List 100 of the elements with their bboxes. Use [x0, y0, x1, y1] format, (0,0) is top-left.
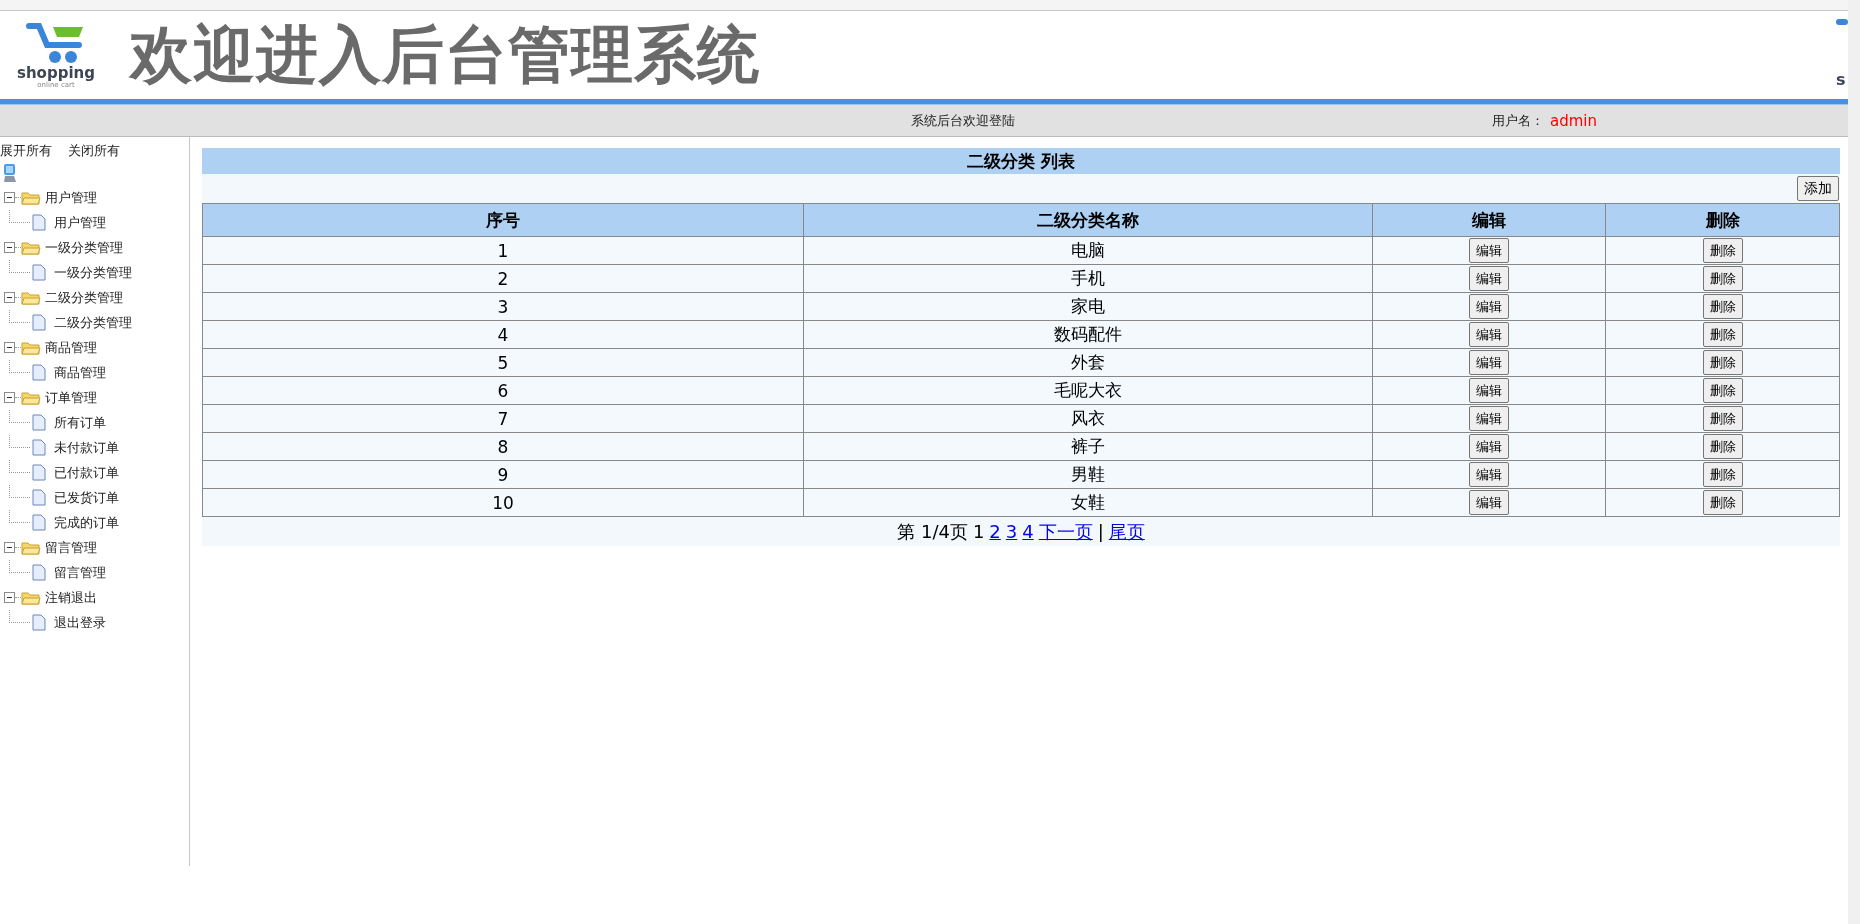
tree-item[interactable]: 完成的订单	[54, 513, 119, 532]
page-link[interactable]: 3	[1005, 521, 1018, 542]
list-title: 二级分类 列表	[202, 148, 1840, 174]
delete-button[interactable]: 删除	[1702, 378, 1743, 403]
edit-button[interactable]: 编辑	[1469, 238, 1509, 263]
tree-action-link[interactable]: 展开所有	[0, 142, 52, 160]
edit-button[interactable]: 编辑	[1469, 322, 1509, 347]
page-info: |	[1097, 521, 1104, 542]
delete-button[interactable]: 删除	[1702, 462, 1743, 487]
page-link[interactable]: 4	[1022, 521, 1034, 542]
column-header: 序号	[202, 203, 804, 237]
tree-item[interactable]: 一级分类管理	[54, 263, 132, 282]
page-icon	[32, 314, 46, 331]
tree-item[interactable]: 二级分类管理	[54, 313, 132, 332]
table-cell: 数码配件	[803, 320, 1373, 349]
tree-folder-item[interactable]: 商品管理	[45, 338, 97, 357]
tree-folder-item[interactable]: 一级分类管理	[45, 238, 123, 257]
page-link[interactable]: 下一页	[1038, 519, 1093, 544]
logo-name: s	[1836, 71, 1846, 89]
table-cell: 手机	[803, 264, 1373, 293]
column-header: 编辑	[1372, 203, 1606, 237]
page-icon	[32, 464, 46, 481]
table-cell: 1	[202, 236, 804, 265]
collapse-toggle-icon[interactable]	[4, 242, 15, 253]
table-cell: 3	[202, 292, 804, 321]
table-cell: 外套	[803, 348, 1373, 377]
page-link[interactable]: 2	[989, 521, 1001, 542]
page-link[interactable]: 尾页	[1108, 519, 1145, 544]
folder-icon	[21, 190, 41, 205]
table-cell: 家电	[803, 292, 1373, 321]
delete-button[interactable]: 删除	[1702, 294, 1743, 319]
collapse-toggle-icon[interactable]	[4, 542, 15, 553]
edit-button[interactable]: 编辑	[1469, 266, 1509, 291]
folder-icon	[21, 590, 41, 605]
collapse-toggle-icon[interactable]	[4, 292, 15, 303]
collapse-toggle-icon[interactable]	[4, 592, 15, 603]
table-cell: 毛呢大衣	[803, 376, 1373, 405]
delete-button[interactable]: 删除	[1702, 490, 1743, 515]
tree-item[interactable]: 所有订单	[54, 413, 106, 432]
edit-button[interactable]: 编辑	[1469, 462, 1509, 487]
tree-folder-item[interactable]: 二级分类管理	[45, 288, 123, 307]
tree-folder-item[interactable]: 订单管理	[45, 388, 97, 407]
tree-item[interactable]: 退出登录	[54, 613, 106, 632]
table-cell: 5	[202, 348, 804, 377]
table-cell: 风衣	[803, 404, 1373, 433]
column-header: 删除	[1605, 203, 1840, 237]
delete-button[interactable]: 删除	[1702, 350, 1743, 375]
folder-icon	[21, 240, 41, 255]
table-cell: 2	[202, 264, 804, 293]
user-label: 用户名：	[1492, 111, 1544, 130]
delete-button[interactable]: 删除	[1702, 434, 1743, 459]
page-info: 第 1/4页	[897, 519, 968, 544]
tree-folder-item[interactable]: 注销退出	[45, 588, 97, 607]
edit-button[interactable]: 编辑	[1469, 294, 1509, 319]
delete-button[interactable]: 删除	[1702, 266, 1743, 291]
page-icon	[32, 564, 46, 581]
delete-button[interactable]: 删除	[1702, 322, 1743, 347]
page-icon	[32, 364, 46, 381]
edit-button[interactable]: 编辑	[1469, 490, 1509, 515]
edit-button[interactable]: 编辑	[1469, 434, 1509, 459]
folder-icon	[21, 340, 41, 355]
table-cell: 4	[202, 320, 804, 349]
tree-action-link[interactable]: 关闭所有	[68, 142, 120, 160]
table-cell: 7	[202, 404, 804, 433]
table-cell: 10	[202, 488, 804, 517]
user-name: admin	[1550, 111, 1597, 130]
delete-button[interactable]: 删除	[1702, 406, 1743, 431]
collapse-toggle-icon[interactable]	[4, 192, 15, 203]
tree-folder-item[interactable]: 留言管理	[45, 538, 97, 557]
edit-button[interactable]: 编辑	[1469, 350, 1509, 375]
folder-icon	[21, 540, 41, 555]
folder-icon	[21, 290, 41, 305]
computer-icon	[2, 163, 18, 183]
page-icon	[32, 489, 46, 506]
delete-button[interactable]: 删除	[1702, 238, 1743, 263]
add-button[interactable]: 添加	[1797, 176, 1839, 201]
collapse-toggle-icon[interactable]	[4, 392, 15, 403]
tree-item[interactable]: 已发货订单	[54, 488, 119, 507]
tree-item[interactable]: 用户管理	[54, 213, 106, 232]
logo-name: shopping	[17, 64, 95, 81]
page-icon	[32, 214, 46, 231]
tree-item[interactable]: 商品管理	[54, 363, 106, 382]
page-icon	[32, 514, 46, 531]
table-cell: 6	[202, 376, 804, 405]
site-title: 欢迎进入后台管理系统	[130, 17, 760, 93]
tree-item[interactable]: 已付款订单	[54, 463, 119, 482]
tree-item[interactable]: 未付款订单	[54, 438, 119, 457]
page-icon	[32, 414, 46, 431]
page-icon	[32, 264, 46, 281]
edit-button[interactable]: 编辑	[1469, 378, 1509, 403]
table-cell: 9	[202, 460, 804, 489]
table-cell: 8	[202, 432, 804, 461]
edit-button[interactable]: 编辑	[1469, 406, 1509, 431]
welcome-text: 系统后台欢迎登陆	[911, 111, 1015, 130]
page-info: 1	[972, 521, 985, 542]
collapse-toggle-icon[interactable]	[4, 342, 15, 353]
folder-icon	[21, 390, 41, 405]
tree-folder-item[interactable]: 用户管理	[45, 188, 97, 207]
tree-item[interactable]: 留言管理	[54, 563, 106, 582]
table-cell: 男鞋	[803, 460, 1373, 489]
